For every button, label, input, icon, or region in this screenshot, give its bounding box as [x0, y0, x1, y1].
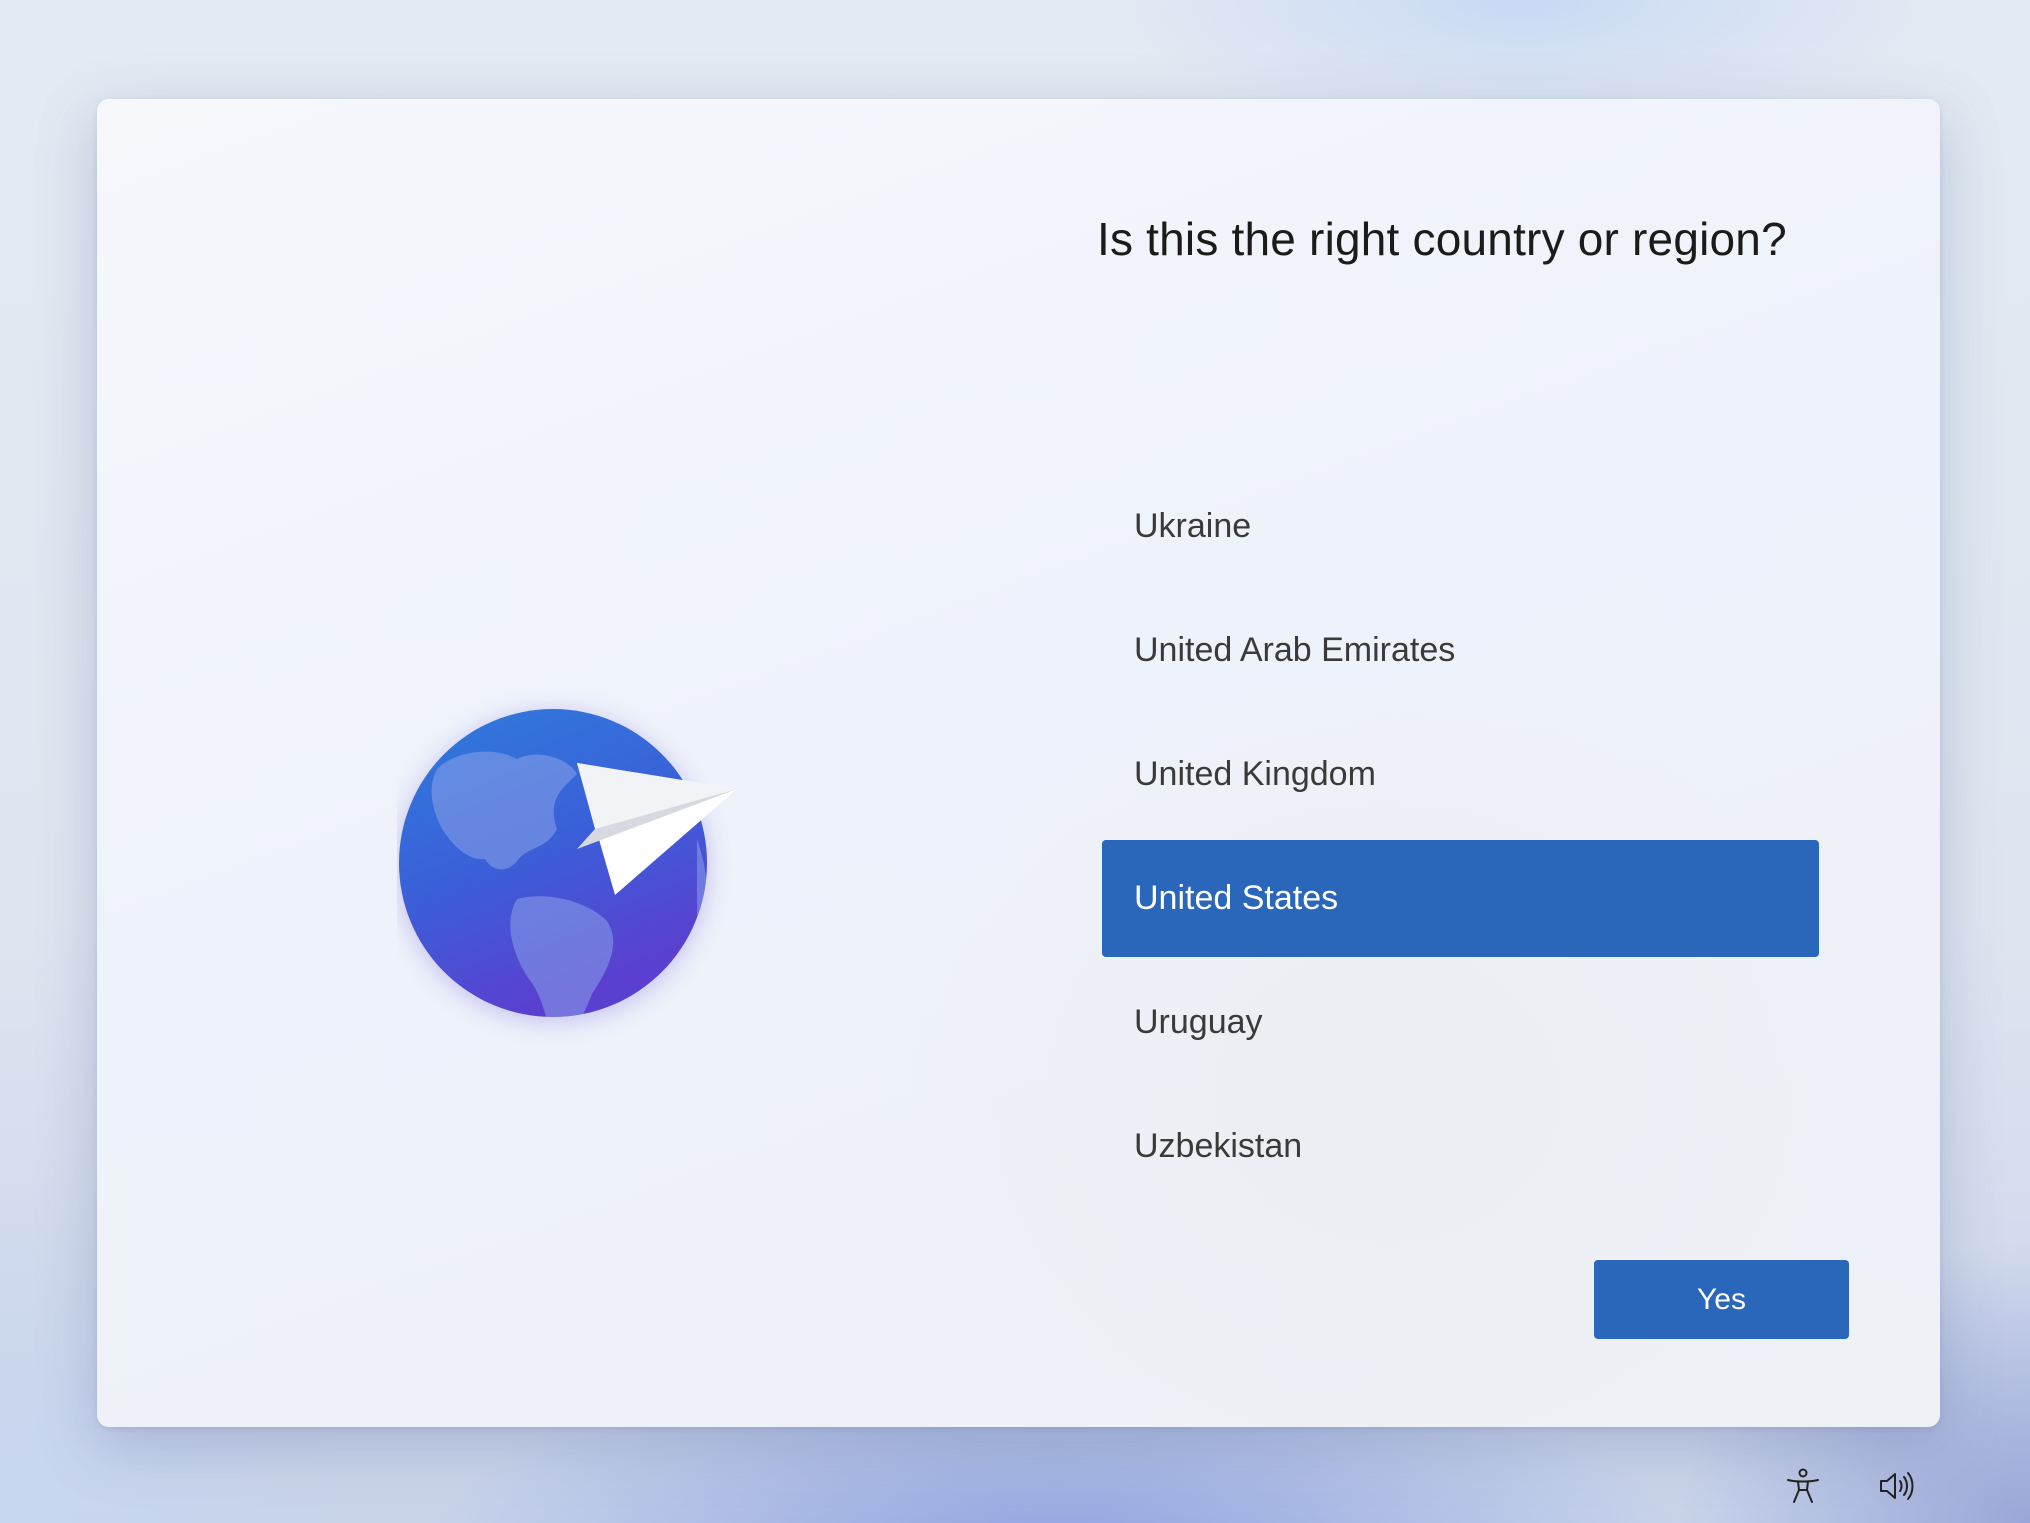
- globe-paper-plane-icon: [395, 709, 737, 1025]
- country-list[interactable]: Ukraine United Arab Emirates United King…: [1102, 468, 1819, 1212]
- list-item[interactable]: United Kingdom: [1102, 716, 1819, 833]
- list-item-selected[interactable]: United States: [1102, 840, 1819, 957]
- list-item[interactable]: Uzbekistan: [1102, 1088, 1819, 1205]
- yes-button[interactable]: Yes: [1594, 1260, 1849, 1339]
- setup-dialog: Is this the right country or region? Ukr…: [97, 99, 1940, 1427]
- accessibility-icon[interactable]: [1779, 1462, 1827, 1510]
- globe-illustration: [395, 599, 857, 1059]
- volume-icon[interactable]: [1874, 1462, 1922, 1510]
- list-item[interactable]: Ukraine: [1102, 468, 1819, 585]
- page-title: Is this the right country or region?: [1097, 213, 1787, 265]
- list-item[interactable]: United Arab Emirates: [1102, 592, 1819, 709]
- list-item[interactable]: Uruguay: [1102, 964, 1819, 1081]
